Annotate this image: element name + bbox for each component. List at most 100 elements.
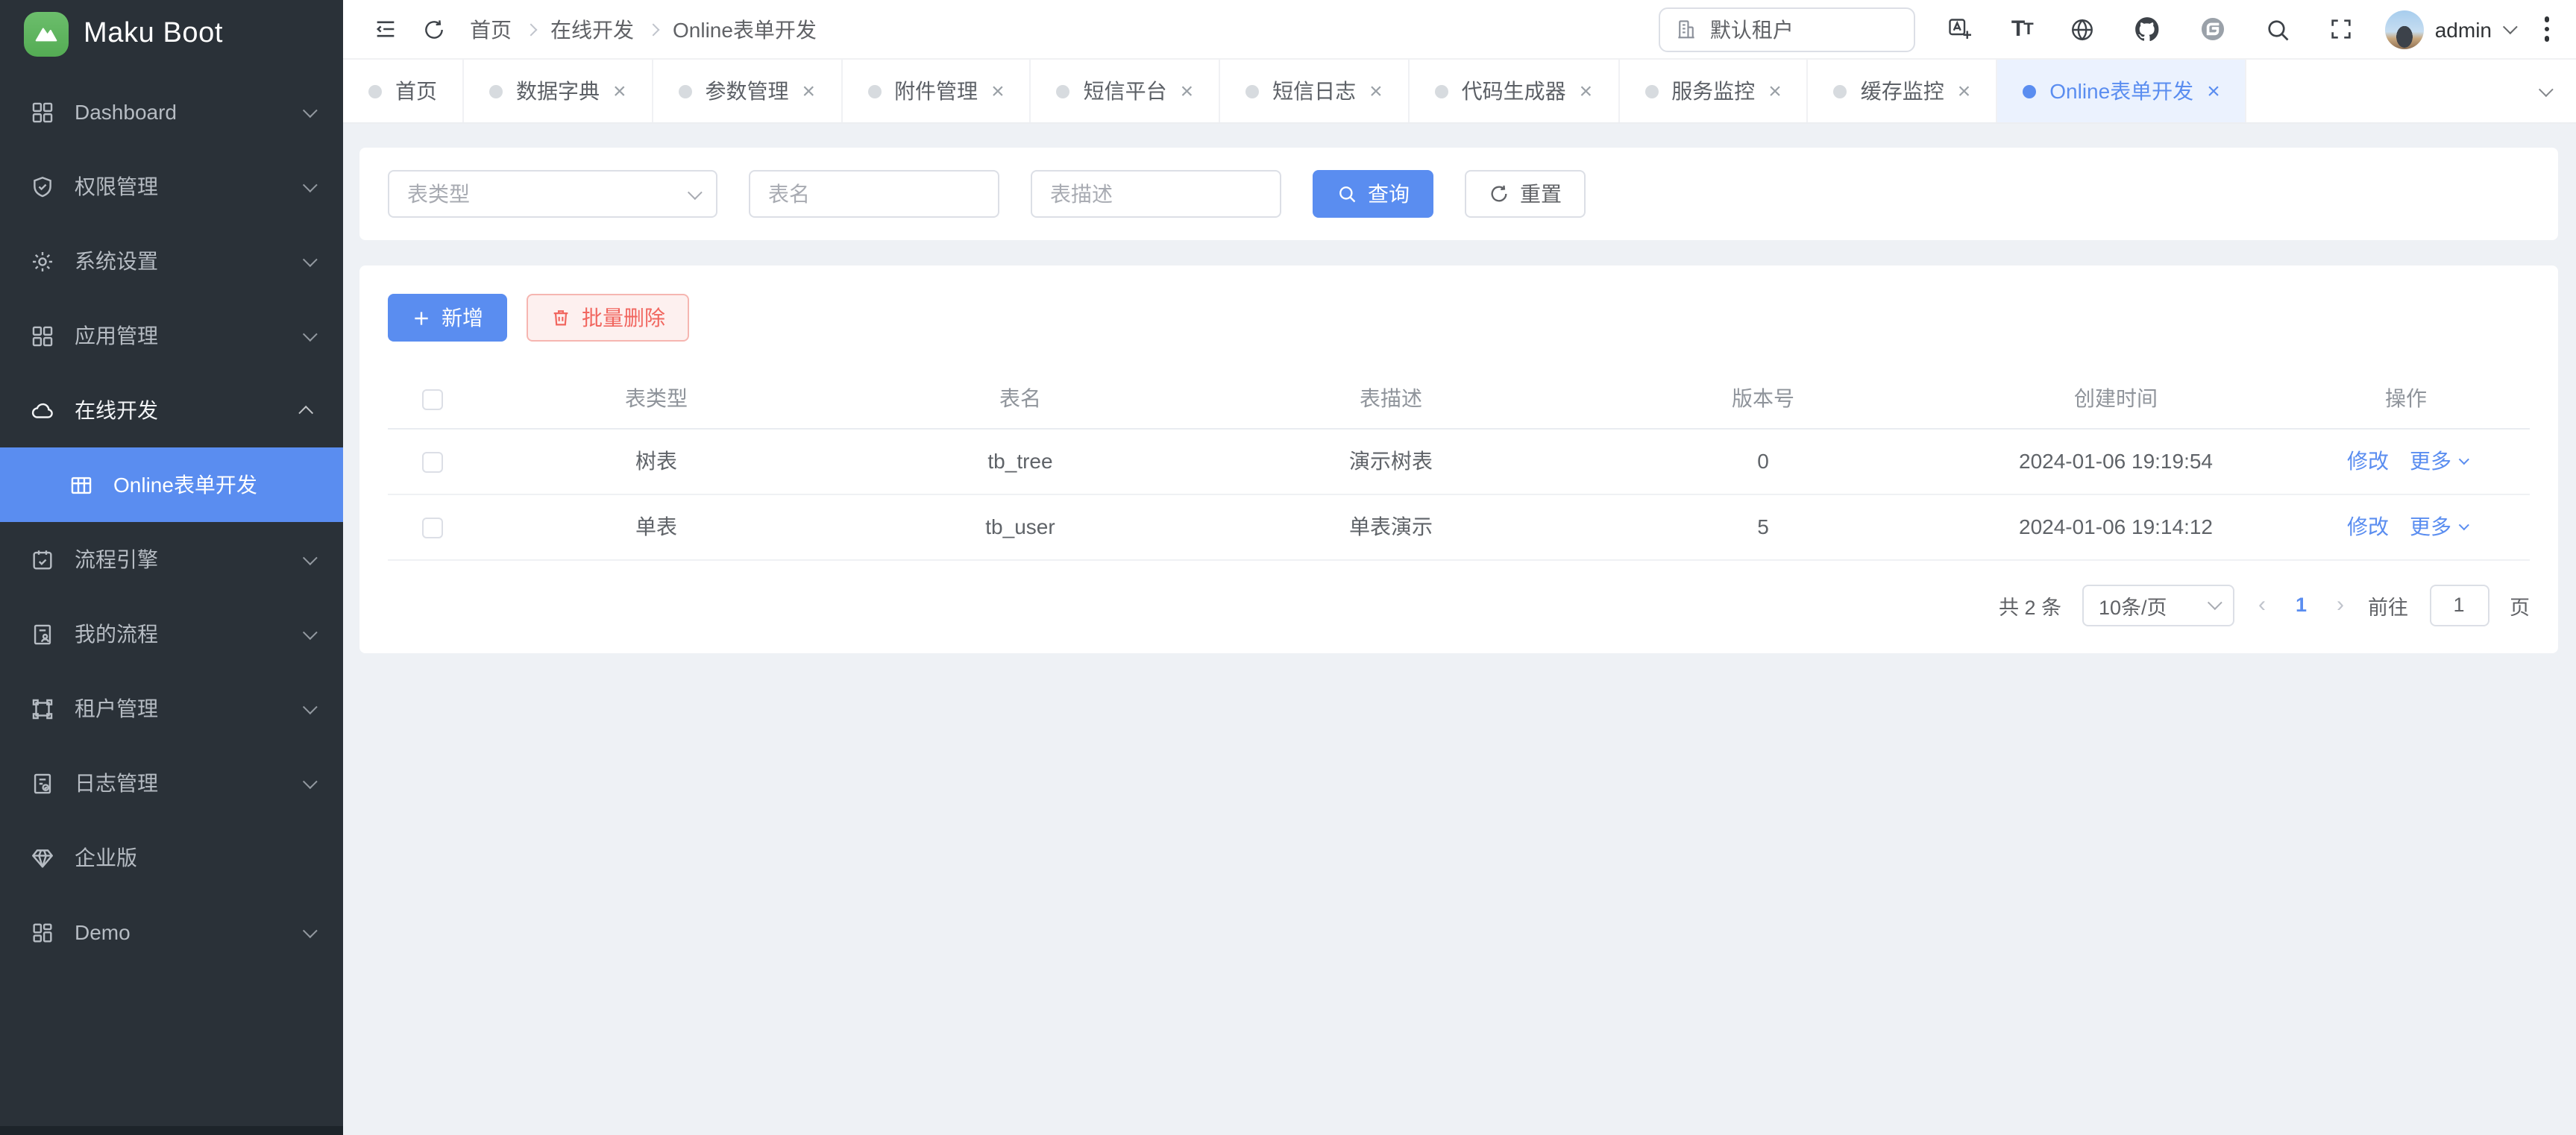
tab-close-icon[interactable]: × xyxy=(991,80,1005,102)
tabs-dropdown-icon[interactable] xyxy=(2512,60,2576,122)
gitee-icon[interactable] xyxy=(2193,9,2234,49)
batch-delete-button[interactable]: 批量删除 xyxy=(527,294,689,342)
breadcrumb-home[interactable]: 首页 xyxy=(470,14,512,44)
github-icon[interactable] xyxy=(2128,9,2168,49)
breadcrumb-separator-icon xyxy=(647,23,660,36)
tab-sms-log[interactable]: 短信日志 × xyxy=(1220,60,1410,122)
breadcrumb-online-dev[interactable]: 在线开发 xyxy=(550,14,634,44)
tab-code-generator[interactable]: 代码生成器 × xyxy=(1410,60,1620,122)
search-icon xyxy=(1336,183,1357,204)
tab-dot-icon xyxy=(1435,84,1448,98)
table-type-select[interactable]: 表类型 xyxy=(388,170,717,218)
more-settings-icon[interactable] xyxy=(2538,14,2555,45)
shield-check-icon xyxy=(30,174,55,199)
tab-parameter-management[interactable]: 参数管理 × xyxy=(653,60,843,122)
main-area: 首页 在线开发 Online表单开发 默认租户 TT xyxy=(343,0,2576,1135)
table-row: 树表 tb_tree 演示树表 0 2024-01-06 19:19:54 修改… xyxy=(388,428,2530,494)
sidebar-item-workflow-engine[interactable]: 流程引擎 xyxy=(0,522,343,597)
maku-logo-icon xyxy=(24,12,69,57)
sidebar-item-online-form-dev[interactable]: Online表单开发 xyxy=(0,447,343,522)
tab-cache-monitor[interactable]: 缓存监控 × xyxy=(1809,60,1998,122)
cell-type: 单表 xyxy=(477,494,835,559)
tab-dot-icon xyxy=(1834,84,1847,98)
tab-close-icon[interactable]: × xyxy=(613,80,626,102)
tab-close-icon[interactable]: × xyxy=(2207,80,2220,102)
tab-close-icon[interactable]: × xyxy=(1580,80,1593,102)
more-link[interactable]: 更多 xyxy=(2410,446,2465,476)
sidebar-item-my-workflow[interactable]: 我的流程 xyxy=(0,597,343,671)
tab-close-icon[interactable]: × xyxy=(1768,80,1782,102)
page-size-select[interactable]: 10条/页 xyxy=(2082,584,2234,626)
cell-desc: 演示树表 xyxy=(1205,428,1577,494)
tab-home[interactable]: 首页 xyxy=(343,60,464,122)
prev-page-button[interactable]: ‹ xyxy=(2255,592,2269,617)
frame-icon xyxy=(30,696,55,721)
sidebar-item-system-settings[interactable]: 系统设置 xyxy=(0,224,343,298)
sidebar-item-demo[interactable]: Demo xyxy=(0,895,343,969)
globe-icon[interactable] xyxy=(2064,10,2102,48)
app-window: Maku Boot Dashboard 权限管理 系统设置 应用管理 xyxy=(0,0,2576,1135)
grid-icon xyxy=(30,99,55,125)
goto-page-input[interactable] xyxy=(2429,584,2489,626)
search-filter-card: 表类型 查询 重置 xyxy=(359,148,2558,240)
refresh-icon[interactable] xyxy=(416,11,452,47)
sidebar-item-tenant-management[interactable]: 租户管理 xyxy=(0,671,343,746)
select-all-checkbox[interactable] xyxy=(422,389,443,410)
search-button[interactable]: 查询 xyxy=(1313,170,1433,218)
cell-name: tb_tree xyxy=(835,428,1205,494)
row-checkbox[interactable] xyxy=(422,518,443,538)
chevron-down-icon xyxy=(303,773,318,788)
edit-link[interactable]: 修改 xyxy=(2347,446,2389,476)
sidebar-item-log-management[interactable]: 日志管理 xyxy=(0,746,343,820)
office-building-icon xyxy=(1676,18,1698,40)
goto-label: 前往 xyxy=(2368,590,2408,620)
tab-service-monitor[interactable]: 服务监控 × xyxy=(1619,60,1809,122)
sidebar: Maku Boot Dashboard 权限管理 系统设置 应用管理 xyxy=(0,0,343,1135)
column-header-actions: 操作 xyxy=(2282,368,2530,428)
tenant-select[interactable]: 默认租户 xyxy=(1659,7,1916,51)
tab-sms-platform[interactable]: 短信平台 × xyxy=(1031,60,1221,122)
collapse-sidebar-icon[interactable] xyxy=(367,10,404,48)
font-size-icon[interactable]: TT xyxy=(2005,10,2038,48)
cell-name: tb_user xyxy=(835,494,1205,559)
search-icon[interactable] xyxy=(2259,10,2298,48)
breadcrumb-current: Online表单开发 xyxy=(673,14,817,44)
table-desc-input[interactable] xyxy=(1031,170,1281,218)
translate-icon[interactable] xyxy=(1941,10,1980,48)
diamond-icon xyxy=(30,845,55,870)
sidebar-item-enterprise[interactable]: 企业版 xyxy=(0,820,343,895)
tab-close-icon[interactable]: × xyxy=(1369,80,1383,102)
fullscreen-icon[interactable] xyxy=(2323,10,2360,48)
tab-close-icon[interactable]: × xyxy=(802,80,816,102)
tab-attachment-management[interactable]: 附件管理 × xyxy=(842,60,1031,122)
sidebar-item-online-dev[interactable]: 在线开发 xyxy=(0,373,343,447)
trash-icon xyxy=(550,307,571,328)
cell-desc: 单表演示 xyxy=(1205,494,1577,559)
reset-button[interactable]: 重置 xyxy=(1465,170,1586,218)
tab-online-form-dev[interactable]: Online表单开发 × xyxy=(1997,60,2246,122)
tab-close-icon[interactable]: × xyxy=(1958,80,1971,102)
edit-link[interactable]: 修改 xyxy=(2347,512,2389,541)
table-type-placeholder: 表类型 xyxy=(407,179,470,209)
table-toolbar: 新增 批量删除 xyxy=(388,294,2530,342)
sidebar-item-permissions[interactable]: 权限管理 xyxy=(0,149,343,224)
tab-data-dictionary[interactable]: 数据字典 × xyxy=(464,60,653,122)
chevron-down-icon xyxy=(2458,453,2469,464)
chevron-down-icon xyxy=(303,922,318,937)
chevron-down-icon xyxy=(2539,81,2554,96)
table-name-input[interactable] xyxy=(749,170,999,218)
tab-close-icon[interactable]: × xyxy=(1181,80,1194,102)
user-menu[interactable]: admin xyxy=(2386,10,2513,48)
more-link[interactable]: 更多 xyxy=(2410,512,2465,541)
sidebar-item-dashboard[interactable]: Dashboard xyxy=(0,75,343,149)
current-page-number[interactable]: 1 xyxy=(2290,594,2313,616)
chevron-down-icon xyxy=(303,326,318,341)
page-content: 表类型 查询 重置 新增 xyxy=(343,124,2576,1135)
cell-version: 0 xyxy=(1577,428,1950,494)
gear-icon xyxy=(30,248,55,274)
add-button[interactable]: 新增 xyxy=(388,294,507,342)
row-checkbox[interactable] xyxy=(422,452,443,473)
sidebar-item-app-management[interactable]: 应用管理 xyxy=(0,298,343,373)
next-page-button[interactable]: › xyxy=(2334,592,2347,617)
chevron-down-icon xyxy=(688,184,703,199)
